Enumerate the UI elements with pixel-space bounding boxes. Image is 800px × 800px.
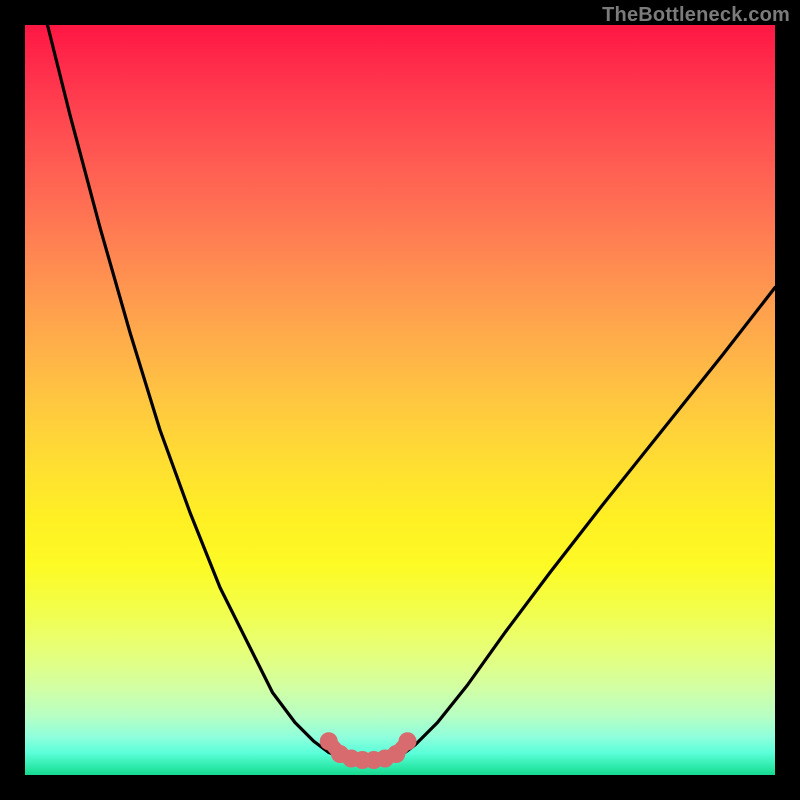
curve-right-branch — [400, 288, 775, 757]
valley-markers — [320, 732, 417, 769]
valley-marker — [399, 732, 417, 750]
curve-left-branch — [48, 25, 341, 756]
attribution-text: TheBottleneck.com — [602, 4, 790, 27]
bottleneck-curve-svg — [25, 25, 775, 775]
chart-frame: TheBottleneck.com — [0, 0, 800, 800]
plot-area — [25, 25, 775, 775]
